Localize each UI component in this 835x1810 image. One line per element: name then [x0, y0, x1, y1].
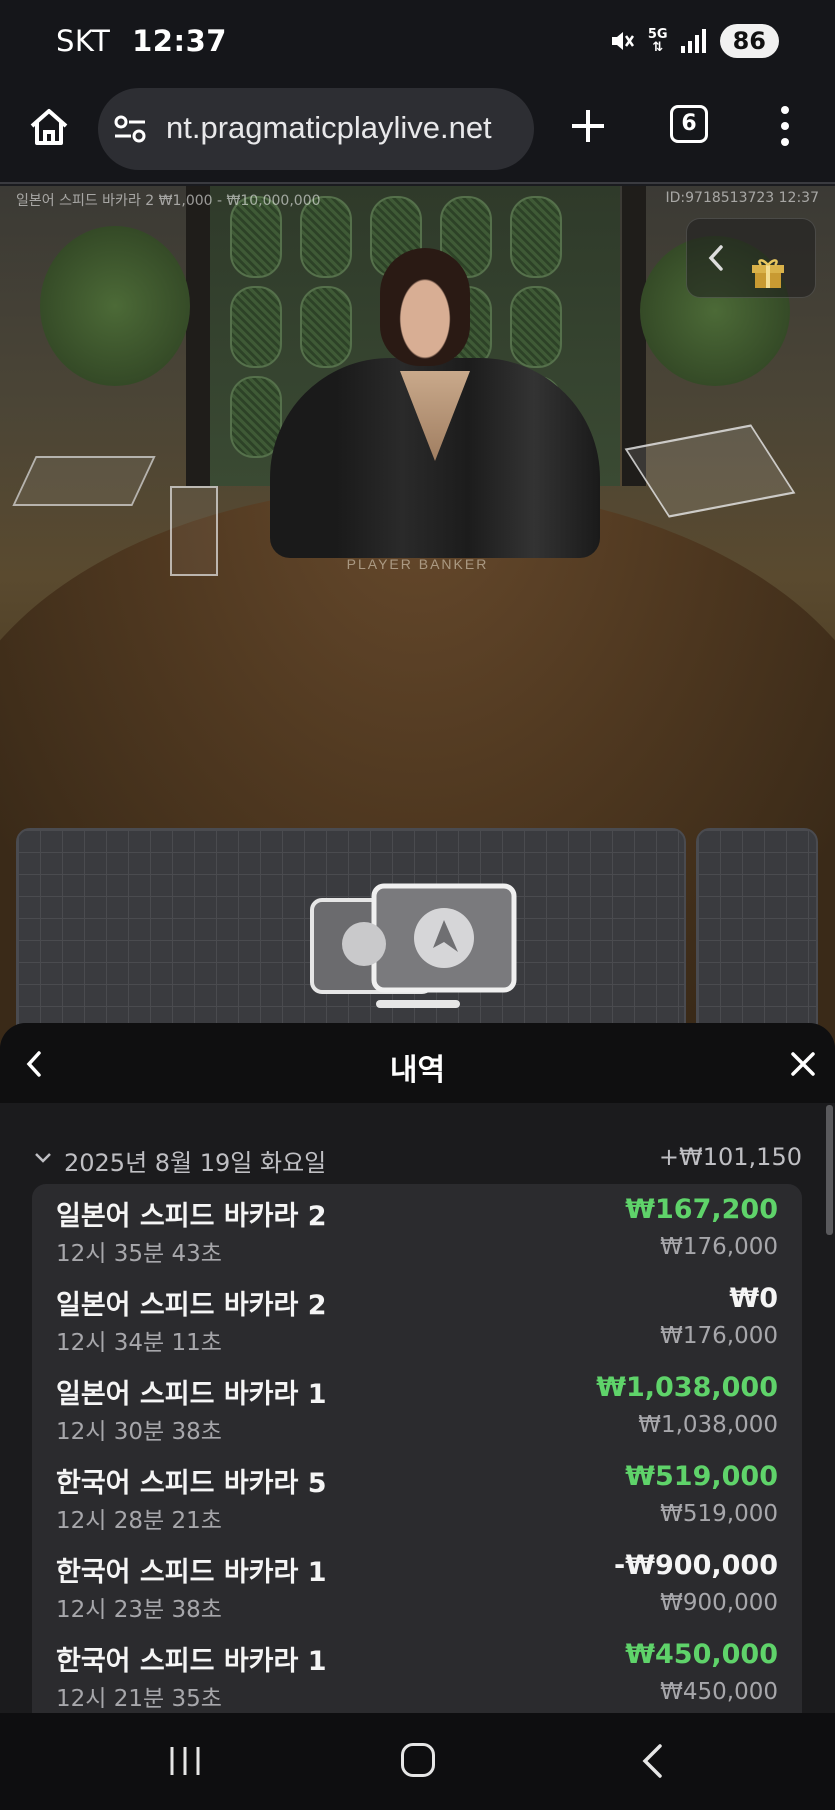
- date-total: +₩101,150: [658, 1143, 802, 1171]
- bet-amount: ₩1,038,000: [638, 1412, 778, 1438]
- browser-toolbar: nt.pragmaticplaylive.net 6: [0, 84, 835, 184]
- bet-time: 12시 21분 35초: [56, 1686, 222, 1712]
- chevron-down-icon: [35, 1153, 51, 1163]
- promo-toggle-button[interactable]: [686, 218, 816, 298]
- result-amount: ₩167,200: [625, 1194, 778, 1225]
- result-amount: -₩900,000: [614, 1550, 778, 1581]
- wall-panel: [510, 196, 562, 278]
- result-amount: ₩450,000: [625, 1639, 778, 1670]
- history-list: 일본어 스피드 바카라 2 12시 35분 43초 ₩167,200 ₩176,…: [32, 1184, 802, 1713]
- mute-icon: [608, 27, 636, 55]
- dealer-head: [380, 248, 470, 366]
- game-name: 일본어 스피드 바카라 2: [56, 1201, 327, 1232]
- recents-icon[interactable]: [168, 1745, 202, 1777]
- game-name: 일본어 스피드 바카라 1: [56, 1379, 327, 1410]
- table-print: PLAYER BANKER: [346, 556, 489, 572]
- bet-time: 12시 28분 21초: [56, 1508, 222, 1534]
- wall-panel: [300, 286, 352, 368]
- list-item[interactable]: 한국어 스피드 바카라 5 12시 28분 21초 ₩519,000 ₩519,…: [32, 1451, 802, 1540]
- bonsai-plant: [40, 226, 190, 386]
- status-left: SKT 12:37: [56, 24, 227, 58]
- tabs-icon[interactable]: 6: [670, 105, 708, 143]
- list-item[interactable]: 한국어 스피드 바카라 1 12시 23분 38초 -₩900,000 ₩900…: [32, 1540, 802, 1629]
- clock: 12:37: [132, 24, 227, 58]
- side-scoreboard-panel[interactable]: [696, 828, 818, 1056]
- result-amount: ₩1,038,000: [596, 1372, 778, 1403]
- home-nav-icon[interactable]: [401, 1743, 435, 1777]
- chevron-left-icon: [708, 245, 723, 271]
- live-video-stream[interactable]: PLAYER BANKER 일본어 스피드 바카라 2 ₩1,000 - ₩10…: [0, 186, 835, 1056]
- card-tray-left: [12, 456, 156, 506]
- system-nav-bar: [0, 1713, 835, 1810]
- bet-amount: ₩176,000: [660, 1234, 778, 1260]
- list-item[interactable]: 일본어 스피드 바카라 2 12시 35분 43초 ₩167,200 ₩176,…: [32, 1184, 802, 1273]
- wall-panel: [510, 286, 562, 368]
- status-right: 5G ⇅ 86: [608, 24, 779, 58]
- round-id-info: ID:9718513723 12:37: [665, 190, 820, 206]
- bet-time: 12시 35분 43초: [56, 1241, 222, 1267]
- list-item[interactable]: 일본어 스피드 바카라 2 12시 34분 11초 ₩0 ₩176,000: [32, 1273, 802, 1362]
- history-sheet: 내역 2025년 8월 19일 화요일 +₩101,150 일본어 스피드 바카…: [0, 1023, 835, 1713]
- carrier-label: SKT: [56, 24, 111, 58]
- list-item[interactable]: 일본어 스피드 바카라 1 12시 30분 38초 ₩1,038,000 ₩1,…: [32, 1362, 802, 1451]
- bet-amount: ₩519,000: [660, 1501, 778, 1527]
- sheet-title: 내역: [389, 1053, 446, 1088]
- bet-time: 12시 23분 38초: [56, 1597, 222, 1623]
- site-settings-icon[interactable]: [114, 114, 146, 144]
- back-nav-icon[interactable]: [640, 1743, 664, 1779]
- close-icon[interactable]: [790, 1051, 816, 1077]
- scrollbar[interactable]: [826, 1105, 833, 1235]
- signal-icon: [680, 28, 708, 54]
- bet-amount: ₩450,000: [660, 1679, 778, 1705]
- address-bar[interactable]: nt.pragmaticplaylive.net: [98, 88, 534, 170]
- cards-icon: [310, 883, 517, 1008]
- bet-time: 12시 30분 38초: [56, 1419, 222, 1445]
- url-text[interactable]: nt.pragmaticplaylive.net: [166, 110, 492, 146]
- game-name: 한국어 스피드 바카라 1: [56, 1557, 327, 1588]
- status-bar: SKT 12:37 5G ⇅ 86: [0, 0, 835, 84]
- table-limits-info: 일본어 스피드 바카라 2 ₩1,000 - ₩10,000,000: [16, 193, 321, 209]
- sheet-header: 내역: [0, 1023, 835, 1103]
- game-name: 한국어 스피드 바카라 5: [56, 1468, 327, 1499]
- bet-amount: ₩900,000: [660, 1590, 778, 1616]
- date-label: 2025년 8월 19일 화요일: [64, 1149, 327, 1177]
- more-vert-icon[interactable]: [770, 104, 800, 148]
- result-amount: ₩519,000: [625, 1461, 778, 1492]
- wall-panel: [230, 286, 282, 368]
- result-amount: ₩0: [729, 1283, 778, 1314]
- bet-amount: ₩176,000: [660, 1323, 778, 1349]
- game-name: 한국어 스피드 바카라 1: [56, 1646, 327, 1677]
- gift-icon: [752, 259, 784, 288]
- battery-icon: 86: [719, 24, 779, 58]
- game-name: 일본어 스피드 바카라 2: [56, 1290, 327, 1321]
- network-5g-icon: 5G ⇅: [647, 27, 668, 55]
- pillar: [186, 186, 210, 486]
- date-group-header[interactable]: 2025년 8월 19일 화요일 +₩101,150: [34, 1143, 802, 1179]
- phone-screen: SKT 12:37 5G ⇅ 86 nt.pragmaticplaylive.n…: [0, 0, 835, 1810]
- pillar: [622, 186, 646, 486]
- network-label: 5G: [647, 27, 668, 42]
- list-item[interactable]: 한국어 스피드 바카라 1 12시 21분 35초 ₩450,000 ₩450,…: [32, 1629, 802, 1713]
- bet-time: 12시 34분 11초: [56, 1330, 222, 1356]
- plus-icon[interactable]: [568, 106, 608, 146]
- home-icon[interactable]: [28, 106, 70, 148]
- card-shoe: [624, 424, 796, 518]
